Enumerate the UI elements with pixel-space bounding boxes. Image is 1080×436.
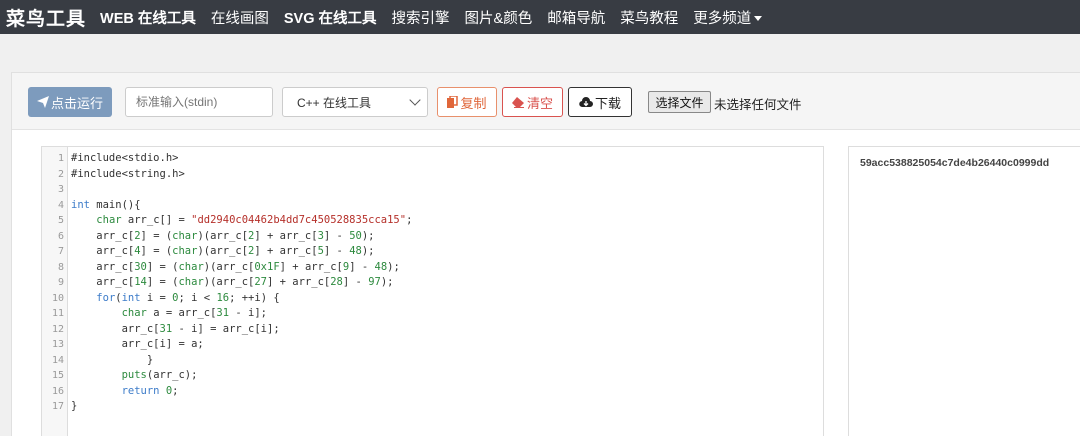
output-text: 59acc538825054c7de4b26440c0999dd — [860, 157, 1050, 169]
copy-icon — [447, 96, 459, 108]
line-number: 2 — [57, 168, 64, 180]
line-number-gutter: 1 2 3 4 5 6 7 8 9 10 11 12 13 14 15 16 1… — [42, 147, 68, 436]
clear-button-label: 清空 — [526, 95, 553, 111]
code-line[interactable]: arr_c[4] = (char)(arr_c[2] + arr_c[5] - … — [71, 245, 374, 257]
copy-button[interactable]: 复制 — [437, 87, 497, 117]
code-line[interactable]: int main(){ — [71, 199, 141, 211]
code-line[interactable]: arr_c[30] = (char)(arr_c[0x1F] + arr_c[9… — [71, 261, 400, 273]
nav-search-engines[interactable]: 搜索引擎 — [392, 7, 450, 28]
code-line[interactable]: return 0; — [71, 385, 179, 397]
code-line[interactable]: #include<stdio.h> — [71, 152, 178, 164]
code-line[interactable]: arr_c[14] = (char)(arr_c[27] + arr_c[28]… — [71, 276, 393, 288]
nav-more-label: 更多频道 — [693, 10, 752, 27]
nav-more-channels[interactable]: 更多频道 — [693, 7, 763, 28]
language-select[interactable]: C++ 在线工具 — [282, 87, 428, 117]
line-number: 17 — [51, 401, 64, 412]
run-button-label: 点击运行 — [50, 95, 103, 111]
line-number: 14 — [51, 354, 64, 366]
line-number: 7 — [57, 246, 64, 257]
paper-plane-icon — [36, 96, 49, 108]
brand-logo[interactable]: 菜鸟工具 — [6, 4, 86, 31]
download-button-label: 下载 — [594, 95, 621, 111]
nav-email-navigation[interactable]: 邮箱导航 — [547, 7, 605, 28]
code-line[interactable]: for(int i = 0; i < 16; ++i) { — [71, 292, 279, 304]
copy-button-label: 复制 — [460, 95, 487, 111]
line-number: 8 — [57, 261, 64, 273]
cloud-download-icon — [579, 96, 593, 108]
caret-down-icon — [754, 16, 763, 22]
tool-panel: 点击运行 C++ 在线工具 复制 清空 下载 选择文件 未选择任何文件 — [11, 72, 1080, 436]
file-status-text: 未选择任何文件 — [714, 98, 802, 112]
code-line[interactable]: } — [71, 354, 153, 366]
line-number: 1 — [57, 153, 64, 164]
line-number: 9 — [57, 277, 64, 288]
line-number: 6 — [57, 230, 64, 242]
code-line[interactable]: arr_c[31 - i] = arr_c[i]; — [71, 323, 280, 335]
output-panel: 59acc538825054c7de4b26440c0999dd — [848, 146, 1080, 436]
line-number: 12 — [51, 323, 64, 335]
nav-web-tools[interactable]: WEB 在线工具 — [100, 7, 196, 28]
choose-file-button[interactable]: 选择文件 — [648, 91, 711, 113]
code-line[interactable]: puts(arr_c); — [71, 369, 198, 381]
line-number: 4 — [57, 199, 64, 211]
line-number: 16 — [51, 385, 64, 397]
code-line[interactable]: char a = arr_c[31 - i]; — [71, 307, 267, 319]
line-number: 15 — [51, 370, 64, 381]
clear-button[interactable]: 清空 — [502, 87, 563, 117]
language-selected-value: C++ 在线工具 — [297, 95, 372, 110]
code-line[interactable]: char arr_c[] = "dd2940c04462b4dd7c450528… — [71, 214, 412, 226]
nav-svg-tools[interactable]: SVG 在线工具 — [284, 7, 377, 28]
code-line[interactable]: arr_c[i] = a; — [71, 338, 204, 350]
download-button[interactable]: 下载 — [568, 87, 632, 117]
chevron-down-icon — [409, 94, 421, 106]
line-number: 5 — [57, 215, 64, 226]
top-navbar: 菜鸟工具 WEB 在线工具 在线画图 SVG 在线工具 搜索引擎 图片&颜色 邮… — [0, 0, 1080, 34]
nav-online-drawing[interactable]: 在线画图 — [211, 7, 269, 28]
eraser-icon — [511, 96, 525, 108]
toolbar: 点击运行 C++ 在线工具 复制 清空 下载 选择文件 未选择任何文件 — [12, 73, 1080, 130]
stdin-input[interactable] — [125, 87, 273, 117]
code-editor[interactable]: 1 2 3 4 5 6 7 8 9 10 11 12 13 14 15 16 1… — [41, 146, 824, 436]
line-number: 11 — [51, 308, 64, 319]
code-line[interactable]: arr_c[2] = (char)(arr_c[2] + arr_c[3] - … — [71, 230, 374, 242]
line-number: 3 — [57, 184, 64, 195]
line-number: 13 — [51, 339, 64, 350]
code-line[interactable]: } — [71, 400, 77, 412]
code-line[interactable]: #include<string.h> — [71, 168, 185, 180]
nav-runoob-tutorial[interactable]: 菜鸟教程 — [620, 7, 678, 28]
run-button[interactable]: 点击运行 — [28, 87, 112, 117]
nav-images-colors[interactable]: 图片&颜色 — [465, 7, 533, 28]
line-number: 10 — [51, 292, 64, 304]
